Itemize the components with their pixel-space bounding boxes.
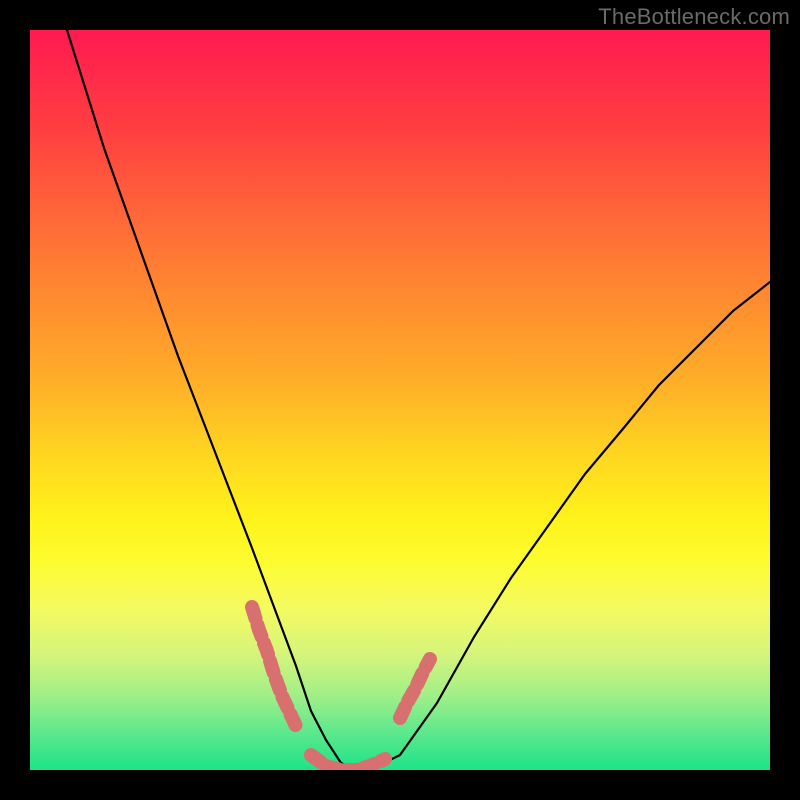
chart-svg (30, 30, 770, 770)
highlight-left-stroke (252, 607, 296, 726)
highlight-bottom-stroke (311, 755, 385, 770)
bottleneck-curve (67, 30, 770, 770)
gradient-plot-area (30, 30, 770, 770)
highlight-right-stroke (400, 659, 430, 718)
watermark-text: TheBottleneck.com (598, 4, 790, 30)
